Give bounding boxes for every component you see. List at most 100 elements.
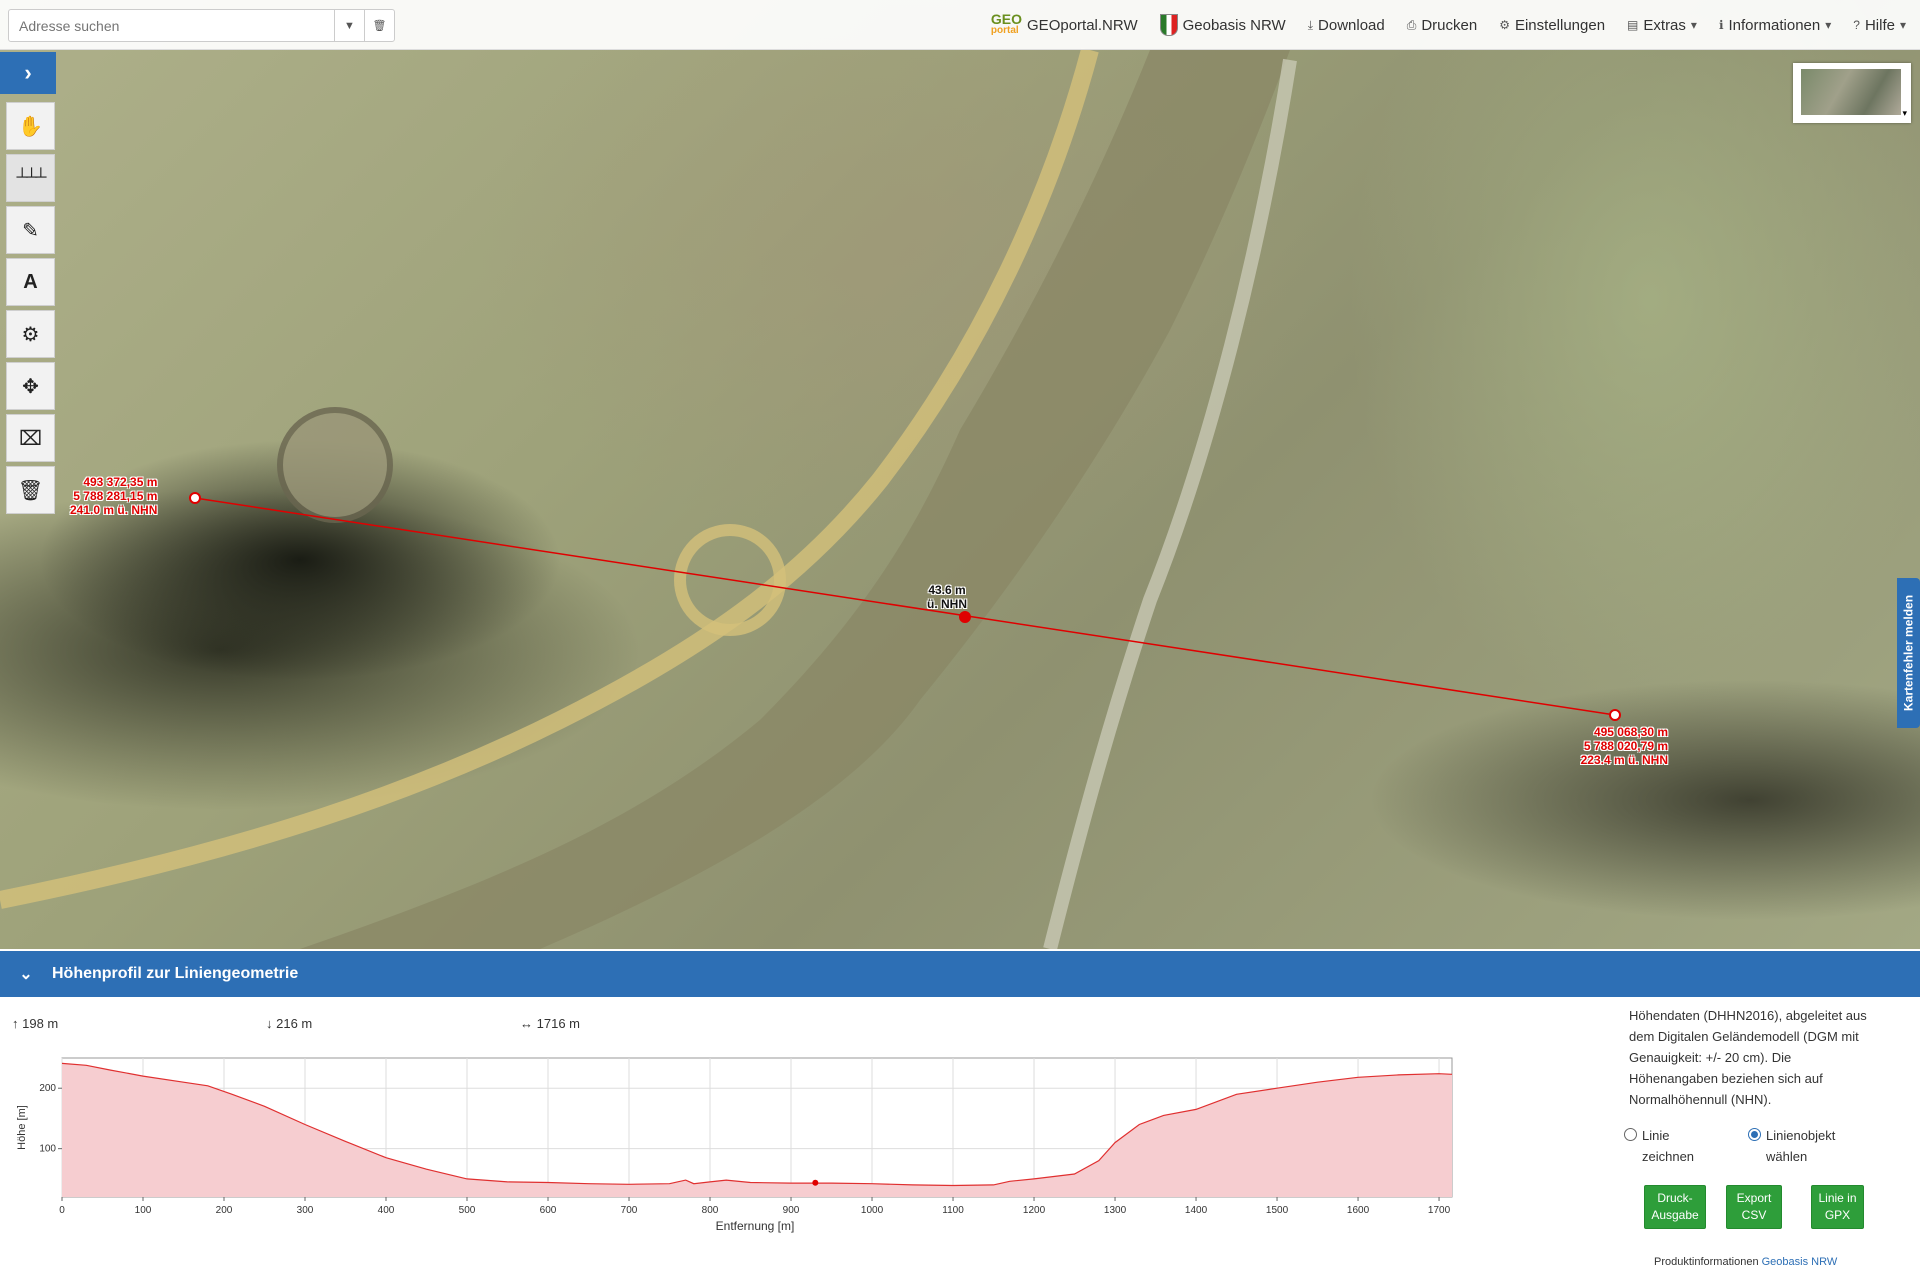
caret-down-icon: ▾: [1902, 108, 1907, 118]
distance-stat: ↔ 1716 m: [520, 1016, 580, 1031]
y-tick-label: 200: [39, 1083, 56, 1094]
end-label-height: 223.4 m ü. NHN: [1580, 753, 1668, 767]
radio-select-line-object-label: Linienobjekt wählen: [1766, 1128, 1836, 1164]
move-tool-button[interactable]: ✥: [6, 362, 55, 410]
x-tick-label: 300: [297, 1205, 314, 1216]
map-error-report-tab[interactable]: Kartenfehler melden: [1897, 578, 1920, 728]
x-tick-label: 1400: [1185, 1205, 1208, 1216]
x-tick-label: 200: [216, 1205, 233, 1216]
pan-tool-button[interactable]: ✋: [6, 102, 55, 150]
print-output-label: Druck-Ausgabe: [1651, 1191, 1699, 1222]
select-delete-tool-button[interactable]: ⌧: [6, 414, 55, 462]
nrw-shield-icon: [1159, 14, 1178, 36]
settings-tool-button[interactable]: ⚙: [6, 310, 55, 358]
radio-draw-line-circle[interactable]: [1624, 1128, 1637, 1141]
line-gpx-button[interactable]: Linie in GPX: [1811, 1185, 1864, 1229]
trash-icon: 🗑: [17, 479, 44, 502]
caret-down-icon: ▾: [1899, 18, 1906, 32]
line-gpx-label: Linie in GPX: [1818, 1191, 1857, 1222]
trash-icon[interactable]: 🗑: [364, 10, 394, 41]
x-tick-label: 1500: [1266, 1205, 1289, 1216]
x-tick-label: 1200: [1023, 1205, 1046, 1216]
x-tick-label: 800: [702, 1205, 719, 1216]
measure-tool-button[interactable]: ┴┴┴: [6, 154, 55, 202]
toolbox-icon: ▤: [1627, 18, 1639, 32]
print-icon: ⎙: [1406, 17, 1417, 32]
profile-panel-header[interactable]: ⌄ Höhenprofil zur Liniengeometrie: [0, 951, 1920, 997]
text-icon: A: [23, 270, 38, 293]
end-label: 495 068,30 m 5 788 020,79 m 223.4 m ü. N…: [1553, 725, 1668, 767]
radio-draw-line[interactable]: Linie zeichnen: [1624, 1125, 1702, 1167]
elevation-profile-chart[interactable]: 0 100 200 300 400 500 600 700 800 900 1000 1100 1200…: [0, 1040, 1470, 1240]
download-icon: ⤓: [1307, 17, 1314, 32]
x-tick-label: 900: [783, 1205, 800, 1216]
nav-extras-label: Extras: [1643, 16, 1686, 34]
radio-select-line-object[interactable]: Linienobjekt wählen: [1748, 1125, 1856, 1167]
start-label-easting: 493 372,35 m: [83, 475, 158, 489]
nav-geobasis[interactable]: Geobasis NRW: [1159, 14, 1286, 36]
gear-icon: ⚙: [1499, 18, 1510, 32]
descent-stat: ↓ 216 m: [266, 1016, 312, 1031]
x-tick-label: 1000: [861, 1205, 884, 1216]
nav-settings[interactable]: ⚙ Einstellungen: [1499, 17, 1605, 34]
address-search: ▼ 🗑: [8, 9, 395, 42]
main-nav: GEO portal GEOportal.NRW Geobasis NRW ⤓ D…: [991, 0, 1906, 50]
x-tick-label: 600: [540, 1205, 557, 1216]
top-bar: ▼ 🗑 GEOportal GEOportal.NRW Geobasis NRW…: [0, 0, 1920, 50]
start-point[interactable]: [189, 492, 201, 504]
nav-help[interactable]: ? Hilfe ▾: [1853, 17, 1906, 34]
x-tick-label: 1600: [1347, 1205, 1370, 1216]
chevron-down-icon: ⌄: [19, 966, 33, 983]
eraser-select-icon: ⌧: [18, 427, 43, 450]
search-input[interactable]: [9, 10, 334, 41]
map-overlay: [0, 47, 1621, 949]
basemap-switcher[interactable]: ▾: [1793, 63, 1911, 123]
radio-select-line-object-circle[interactable]: [1748, 1128, 1761, 1141]
nav-print-label: Drucken: [1421, 16, 1478, 34]
y-axis-ticks: 100 200: [39, 1083, 62, 1155]
mid-point[interactable]: [959, 611, 971, 623]
gear-icon: ⚙: [21, 323, 40, 346]
print-output-button[interactable]: Druck-Ausgabe: [1644, 1185, 1706, 1229]
map-canvas[interactable]: 493 372,35 m 5 788 281,15 m 241.0 m ü. N…: [0, 0, 1920, 949]
x-tick-label: 500: [459, 1205, 476, 1216]
y-tick-label: 100: [39, 1144, 56, 1155]
start-label: 493 372,35 m 5 788 281,15 m 241.0 m ü. N…: [70, 475, 157, 517]
sidebar-toggle-button[interactable]: ›: [0, 52, 56, 94]
nav-info-label: Informationen: [1728, 16, 1821, 34]
product-info: Produktinformationen Geobasis NRW: [1654, 1256, 1837, 1268]
end-label-easting: 495 068,30 m: [1593, 725, 1668, 739]
x-axis-label: Entfernung [m]: [716, 1219, 795, 1233]
x-tick-label: 0: [59, 1205, 65, 1216]
text-tool-button[interactable]: A: [6, 258, 55, 306]
nav-download[interactable]: ⤓ Download: [1308, 17, 1385, 34]
nav-info[interactable]: ℹ Informationen ▾: [1719, 17, 1831, 34]
draw-tool-button[interactable]: ✎: [6, 206, 55, 254]
x-tick-label: 1100: [942, 1205, 964, 1216]
ascent-value: 198 m: [22, 1016, 59, 1031]
product-info-link[interactable]: Geobasis NRW: [1762, 1256, 1838, 1268]
product-info-prefix: Produktinformationen: [1654, 1256, 1759, 1268]
chevron-right-icon: ›: [24, 60, 32, 85]
dropdown-icon[interactable]: ▼: [334, 10, 364, 41]
x-axis-ticks: 0 100 200 300 400 500 600 700 800 900 1000 1100 1200…: [59, 1197, 1451, 1216]
pencil-icon: ✎: [22, 219, 39, 242]
mid-label-height: 43.6 m: [928, 583, 966, 597]
help-icon: ?: [1853, 18, 1860, 32]
delete-tool-button[interactable]: 🗑: [6, 466, 55, 514]
nav-geobasis-label: Geobasis NRW: [1182, 16, 1286, 34]
end-point[interactable]: [1609, 709, 1621, 721]
map-toolbar: ✋ ┴┴┴ ✎ A ⚙ ✥ ⌧ 🗑: [6, 102, 55, 518]
start-label-height: 241.0 m ü. NHN: [70, 503, 158, 517]
descent-value: 216 m: [276, 1016, 313, 1031]
nav-geoportal[interactable]: GEO portal GEOportal.NRW: [991, 12, 1138, 37]
start-label-northing: 5 788 281,15 m: [73, 489, 158, 503]
caret-down-icon: ▾: [1690, 18, 1697, 32]
nav-download-label: Download: [1318, 16, 1385, 34]
nav-print[interactable]: ⎙ Drucken: [1407, 17, 1477, 34]
distance-value: 1716 m: [536, 1016, 580, 1031]
nav-extras[interactable]: ▤ Extras ▾: [1627, 17, 1697, 34]
ruler-icon: ┴┴┴: [16, 169, 46, 186]
x-tick-label: 1700: [1428, 1205, 1451, 1216]
export-csv-button[interactable]: Export CSV: [1726, 1185, 1782, 1229]
